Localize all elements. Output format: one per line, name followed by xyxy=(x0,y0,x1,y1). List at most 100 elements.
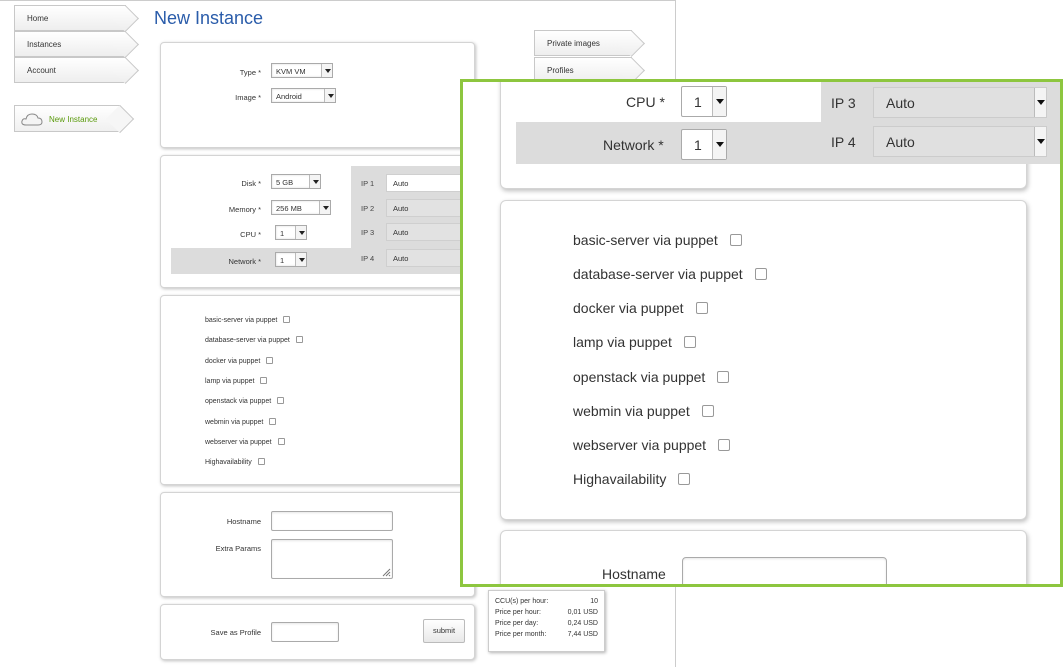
puppet-option-label: lamp via puppet xyxy=(205,378,255,385)
profile-name-input[interactable] xyxy=(271,622,339,642)
zoom-network-select[interactable]: 1 xyxy=(681,129,727,160)
zoom-ip3-select[interactable]: Auto xyxy=(873,87,1047,118)
ip3-value: Auto xyxy=(393,228,409,237)
chevron-down-icon xyxy=(309,175,320,188)
network-value: 1 xyxy=(280,256,285,265)
ip3-select[interactable]: Auto xyxy=(386,223,471,241)
resize-grip-icon[interactable] xyxy=(381,567,391,577)
puppet-option[interactable]: webserver via puppet xyxy=(205,438,285,446)
puppet-option[interactable]: lamp via puppet xyxy=(205,377,268,385)
submit-button[interactable]: submit xyxy=(423,619,465,643)
puppet-option[interactable]: database-server via puppet xyxy=(205,336,303,344)
puppet-option[interactable]: docker via puppet xyxy=(205,357,274,365)
hostname-input[interactable] xyxy=(271,511,393,531)
checkbox[interactable] xyxy=(695,302,708,314)
chevron-down-icon xyxy=(712,87,726,116)
price-value: 7,44 USD xyxy=(567,631,598,638)
zoom-puppet-option[interactable]: docker via puppet xyxy=(573,300,708,316)
puppet-option-label: Highavailability xyxy=(573,471,667,487)
price-value: 0,01 USD xyxy=(567,609,598,616)
sidebar-tab-label: Account xyxy=(27,66,56,75)
zoom-puppet-option[interactable]: webmin via puppet xyxy=(573,403,714,419)
sidebar-tab-instances[interactable]: Instances xyxy=(14,31,126,57)
cpu-select[interactable]: 1 xyxy=(275,225,307,240)
type-label: Type * xyxy=(239,68,261,77)
ip2-label: IP 2 xyxy=(361,204,375,213)
puppet-option-label: database-server via puppet xyxy=(573,266,743,282)
zoom-hostname-input[interactable] xyxy=(682,557,887,584)
checkbox[interactable] xyxy=(729,234,742,246)
puppet-option-label: docker via puppet xyxy=(573,300,684,316)
memory-label: Memory * xyxy=(228,205,261,214)
zoom-puppet-option[interactable]: basic-server via puppet xyxy=(573,232,742,248)
ip1-select[interactable]: Auto xyxy=(386,174,471,192)
price-label: Price per month: xyxy=(495,631,547,638)
chevron-down-icon xyxy=(1034,88,1046,117)
page-title: New Instance xyxy=(154,8,264,28)
extra-params-label: Extra Params xyxy=(215,544,261,553)
cpu-label: CPU * xyxy=(240,230,261,239)
ip2-value: Auto xyxy=(393,204,409,213)
memory-select[interactable]: 256 MB xyxy=(271,200,331,215)
type-image-panel: Type * KVM VM Image * Android xyxy=(160,42,475,148)
type-select[interactable]: KVM VM xyxy=(271,63,333,78)
checkbox[interactable] xyxy=(754,268,767,280)
checkbox[interactable] xyxy=(295,336,303,343)
price-row: Price per day: 0,24 USD xyxy=(495,620,598,627)
pricing-box: CCU(s) per hour: 10 Price per hour: 0,01 U… xyxy=(488,590,605,652)
checkbox[interactable] xyxy=(717,371,730,383)
price-row: Price per hour: 0,01 USD xyxy=(495,609,598,616)
puppet-option-label: webserver via puppet xyxy=(205,439,272,446)
checkbox[interactable] xyxy=(257,458,265,465)
puppet-option[interactable]: Highavailability xyxy=(205,458,265,466)
sidebar-new-instance[interactable]: New Instance xyxy=(14,105,120,132)
checkbox[interactable] xyxy=(266,357,274,364)
zoom-ip4-label: IP 4 xyxy=(831,134,856,150)
checkbox[interactable] xyxy=(277,397,285,404)
checkbox[interactable] xyxy=(718,439,731,451)
checkbox[interactable] xyxy=(269,418,277,425)
chevron-down-icon xyxy=(295,253,306,266)
zoom-puppet-option[interactable]: lamp via puppet xyxy=(573,334,696,350)
checkbox[interactable] xyxy=(277,438,285,445)
puppet-option[interactable]: basic-server via puppet xyxy=(205,316,291,324)
checkbox[interactable] xyxy=(678,473,691,485)
checkbox[interactable] xyxy=(260,377,268,384)
puppet-option-label: openstack via puppet xyxy=(573,369,706,385)
checkbox[interactable] xyxy=(283,316,291,323)
zoom-ip4-select[interactable]: Auto xyxy=(873,126,1047,157)
sidebar-tab-label: Instances xyxy=(27,40,62,49)
zoom-network-value: 1 xyxy=(694,137,702,153)
image-select[interactable]: Android xyxy=(271,88,336,103)
zoom-puppet-option[interactable]: webserver via puppet xyxy=(573,437,731,453)
zoom-puppet-option[interactable]: Highavailability xyxy=(573,471,691,487)
disk-select[interactable]: 5 GB xyxy=(271,174,321,189)
puppet-option-label: webmin via puppet xyxy=(205,419,264,426)
network-select[interactable]: 1 xyxy=(275,252,307,267)
extra-params-textarea[interactable] xyxy=(271,539,393,579)
puppet-option[interactable]: webmin via puppet xyxy=(205,418,277,426)
puppet-option-label: lamp via puppet xyxy=(573,334,672,350)
tab-label: Private images xyxy=(547,39,600,48)
chevron-down-icon xyxy=(712,130,726,159)
puppet-option[interactable]: openstack via puppet xyxy=(205,397,285,405)
chevron-down-icon xyxy=(295,226,306,239)
zoom-puppet-option[interactable]: openstack via puppet xyxy=(573,369,730,385)
zoom-puppet-option[interactable]: database-server via puppet xyxy=(573,266,767,282)
puppet-option-label: Highavailability xyxy=(205,459,252,466)
tab-private-images[interactable]: Private images xyxy=(534,30,632,56)
checkbox[interactable] xyxy=(701,405,714,417)
checkbox[interactable] xyxy=(683,336,696,348)
sidebar-tab-label: Home xyxy=(27,14,49,23)
puppet-option-label: docker via puppet xyxy=(205,358,261,365)
zoom-cpu-select[interactable]: 1 xyxy=(681,86,727,117)
price-label: Price per day: xyxy=(495,620,539,627)
chevron-down-icon xyxy=(1034,127,1046,156)
puppet-option-label: basic-server via puppet xyxy=(205,317,278,324)
ip4-select[interactable]: Auto xyxy=(386,249,471,267)
chevron-down-icon xyxy=(319,201,330,214)
ip2-select[interactable]: Auto xyxy=(386,199,471,217)
type-value: KVM VM xyxy=(276,67,306,76)
sidebar-tab-home[interactable]: Home xyxy=(14,5,126,31)
sidebar-tab-account[interactable]: Account xyxy=(14,57,126,83)
